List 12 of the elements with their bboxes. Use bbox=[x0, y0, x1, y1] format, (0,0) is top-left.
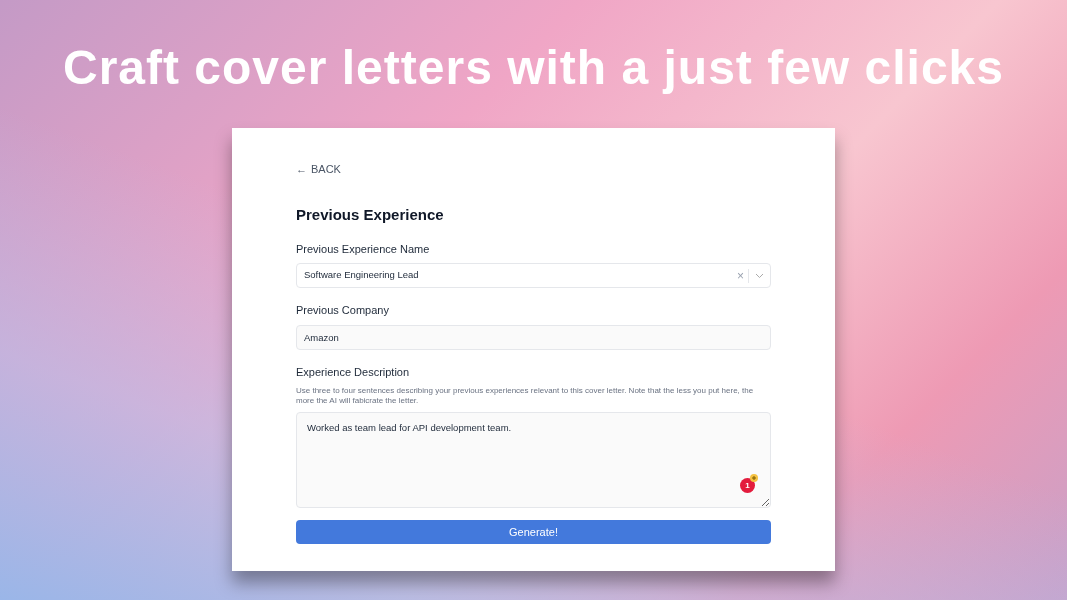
field-label: Experience Description bbox=[296, 364, 411, 380]
back-link[interactable]: ← BACK bbox=[296, 162, 341, 177]
help-text: Use three to four sentences describing your previous experiences relevant to this cover letter. Note that the less you put here, the more the AI will fabicrate the letter. bbox=[296, 386, 755, 406]
generate-button[interactable]: Generate! bbox=[296, 520, 771, 544]
field-label: Previous Company bbox=[296, 303, 390, 318]
chevron-down-icon bbox=[755, 272, 764, 279]
plus-icon bbox=[750, 474, 758, 482]
field-label: Previous Experience Name bbox=[296, 241, 431, 257]
experience-select[interactable]: Software Engineering Lead × bbox=[296, 263, 771, 288]
form-title: Previous Experience bbox=[296, 205, 445, 225]
company-input[interactable]: Amazon bbox=[296, 324, 771, 350]
headline: Craft cover letters with a just few clicks bbox=[63, 40, 1004, 96]
